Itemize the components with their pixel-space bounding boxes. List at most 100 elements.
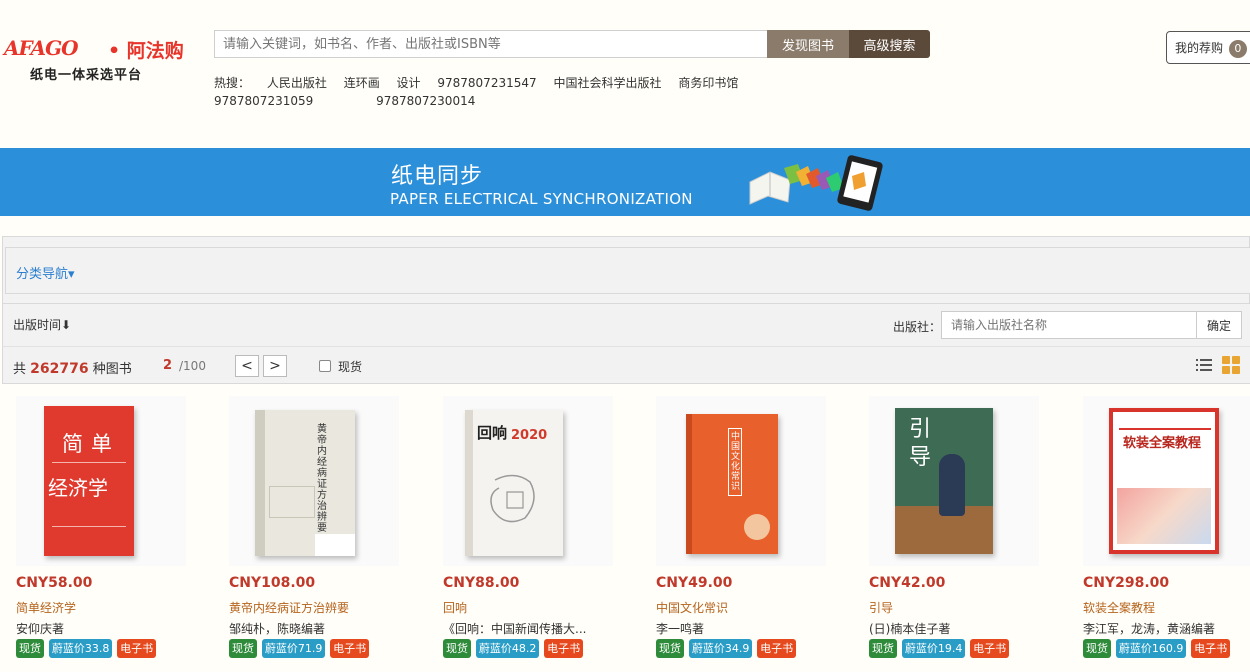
category-nav-toggle[interactable]: 分类导航▾ xyxy=(16,263,75,282)
product-card[interactable]: 软装全案教程 CNY298.00 软装全案教程 李江军，龙涛，黄涵编著 现货 蔚… xyxy=(1083,384,1250,672)
category-box: 分类导航▾ xyxy=(2,236,1250,304)
cart-label: 我的荐购 xyxy=(1175,41,1224,55)
book-author: 邹纯朴，陈晓编著 xyxy=(229,622,326,636)
results-toolbar: 共 262776 种图书 2 /100 < > 现货 xyxy=(2,346,1250,384)
cover-year: 2020 xyxy=(511,428,548,443)
logo-subtitle: 纸电一体采选平台 xyxy=(30,68,143,83)
hot-term[interactable]: 9787807231059 xyxy=(214,92,313,110)
page: AFAGO • 阿法购 纸电一体采选平台 发现图书 高级搜索 热搜： 人民出版社… xyxy=(0,0,1250,672)
publisher-input[interactable] xyxy=(941,311,1197,339)
logo[interactable]: AFAGO • 阿法购 纸电一体采选平台 xyxy=(4,36,194,86)
cover-image: 中国文化常识 xyxy=(686,414,778,554)
ebook-badge[interactable]: 电子书 xyxy=(1191,639,1231,658)
cart-count-badge: 0 xyxy=(1228,40,1247,58)
list-view-icon[interactable] xyxy=(1196,358,1212,372)
book-cover[interactable]: 黄帝内经病证方治辨要 xyxy=(229,396,399,566)
hot-term[interactable]: 连环画 xyxy=(344,74,380,92)
hot-term[interactable]: 9787807230014 xyxy=(376,92,475,110)
banner-title: 纸电同步 xyxy=(391,164,484,189)
cover-title: 引导 xyxy=(909,417,932,470)
book-cover[interactable]: 中国文化常识 xyxy=(656,396,826,566)
sort-by-publish-date[interactable]: 出版时间⬇ xyxy=(13,316,71,333)
instock-badge: 现货 xyxy=(1083,639,1111,658)
book-title[interactable]: 引导 xyxy=(869,599,1039,616)
cover-image: 回响 2020 xyxy=(465,410,563,556)
tag-row: 现货 蔚蓝价48.2 电子书 xyxy=(443,639,584,658)
ebook-badge[interactable]: 电子书 xyxy=(757,639,797,658)
search-bar: 发现图书 高级搜索 xyxy=(214,30,930,58)
product-card[interactable]: 简单 经济学 CNY58.00 简单经济学 安仰庆著 现货 蔚蓝价33.8 电子… xyxy=(16,384,216,672)
tag-row: 现货 蔚蓝价71.9 电子书 xyxy=(229,639,370,658)
discount-price-badge: 蔚蓝价19.4 xyxy=(901,639,966,658)
price: CNY108.00 xyxy=(229,575,316,591)
tag-row: 现货 蔚蓝价160.9 电子书 xyxy=(1083,639,1231,658)
hot-term[interactable]: 商务印书馆 xyxy=(678,74,738,92)
recommend-cart-button[interactable]: 我的荐购 0 xyxy=(1166,31,1250,64)
ebook-badge[interactable]: 电子书 xyxy=(330,639,370,658)
ebook-badge[interactable]: 电子书 xyxy=(117,639,157,658)
hot-term[interactable]: 中国社会科学出版社 xyxy=(553,74,661,92)
discount-price-badge: 蔚蓝价33.8 xyxy=(48,639,113,658)
book-author: 《回响：中国新闻传播大... xyxy=(443,622,587,636)
product-card[interactable]: 中国文化常识 CNY49.00 中国文化常识 李一鸣著 现货 蔚蓝价34.9 电… xyxy=(656,384,856,672)
discount-price-badge: 蔚蓝价48.2 xyxy=(475,639,540,658)
cover-title: 黄帝内经病证方治辨要 xyxy=(317,424,327,534)
book-author: (日)楠本佳子著 xyxy=(869,622,951,636)
book-title[interactable]: 回响 xyxy=(443,599,613,616)
grid-view-icon[interactable] xyxy=(1222,356,1240,374)
book-cover[interactable]: 回响 2020 xyxy=(443,396,613,566)
tag-row: 现货 蔚蓝价33.8 电子书 xyxy=(16,639,157,658)
ebook-badge[interactable]: 电子书 xyxy=(970,639,1010,658)
instock-label: 现货 xyxy=(338,360,363,374)
books-tablet-illustration xyxy=(749,155,883,211)
banner-subtitle: PAPER ELECTRICAL SYNCHRONIZATION xyxy=(390,190,693,208)
advanced-search-button[interactable]: 高级搜索 xyxy=(849,30,930,58)
book-title[interactable]: 黄帝内经病证方治辨要 xyxy=(229,599,399,616)
total-number: 262776 xyxy=(30,361,89,377)
instock-badge: 现货 xyxy=(16,639,44,658)
ebook-badge[interactable]: 电子书 xyxy=(544,639,584,658)
book-author: 李江军，龙涛，黄涵编著 xyxy=(1083,622,1216,636)
cover-image: 软装全案教程 xyxy=(1109,408,1219,554)
discount-price-badge: 蔚蓝价160.9 xyxy=(1115,639,1187,658)
cover-image: 引导 xyxy=(895,408,993,554)
cover-title-2: 经济学 xyxy=(48,476,108,500)
price: CNY42.00 xyxy=(869,575,946,591)
instock-checkbox[interactable] xyxy=(319,360,331,372)
book-title[interactable]: 软装全案教程 xyxy=(1083,599,1250,616)
product-card[interactable]: 引导 CNY42.00 引导 (日)楠本佳子著 现货 蔚蓝价19.4 电子书 xyxy=(869,384,1069,672)
book-title[interactable]: 简单经济学 xyxy=(16,599,186,616)
hot-term[interactable]: 设计 xyxy=(397,74,421,92)
price: CNY58.00 xyxy=(16,575,93,591)
find-books-button[interactable]: 发现图书 xyxy=(767,30,849,58)
header: AFAGO • 阿法购 纸电一体采选平台 发现图书 高级搜索 热搜： 人民出版社… xyxy=(0,0,1250,145)
publisher-label: 出版社： xyxy=(893,320,942,334)
book-cover[interactable]: 软装全案教程 xyxy=(1083,396,1250,566)
book-cover[interactable]: 简单 经济学 xyxy=(16,396,186,566)
hot-search-label: 热搜： xyxy=(214,76,251,90)
next-page-button[interactable]: > xyxy=(263,355,287,377)
discount-price-badge: 蔚蓝价34.9 xyxy=(688,639,753,658)
product-card[interactable]: 回响 2020 CNY88.00 回响 《回响：中国新闻传播大... 现货 蔚蓝… xyxy=(443,384,643,672)
hot-term[interactable]: 9787807231547 xyxy=(437,74,536,92)
book-author: 安仰庆著 xyxy=(16,622,65,636)
book-title[interactable]: 中国文化常识 xyxy=(656,599,826,616)
cover-image: 简单 经济学 xyxy=(44,406,134,556)
book-cover[interactable]: 引导 xyxy=(869,396,1039,566)
hot-term[interactable]: 人民出版社 xyxy=(267,74,327,92)
cover-title: 软装全案教程 xyxy=(1123,436,1202,451)
publisher-confirm-button[interactable]: 确定 xyxy=(1196,311,1242,339)
prev-page-button[interactable]: < xyxy=(235,355,259,377)
product-card[interactable]: 黄帝内经病证方治辨要 CNY108.00 黄帝内经病证方治辨要 邹纯朴，陈晓编著… xyxy=(229,384,429,672)
total-prefix: 共 xyxy=(13,362,27,377)
logo-name: • 阿法购 xyxy=(108,40,184,62)
price: CNY49.00 xyxy=(656,575,733,591)
banner: 纸电同步 PAPER ELECTRICAL SYNCHRONIZATION xyxy=(0,148,1250,216)
cover-title: 中国文化常识 xyxy=(731,432,741,492)
instock-badge: 现货 xyxy=(869,639,897,658)
search-input[interactable] xyxy=(214,30,768,58)
total-suffix: 种图书 xyxy=(92,362,132,377)
category-nav: 分类导航▾ xyxy=(5,247,1250,294)
instock-badge: 现货 xyxy=(229,639,257,658)
current-page: 2 xyxy=(163,358,173,373)
